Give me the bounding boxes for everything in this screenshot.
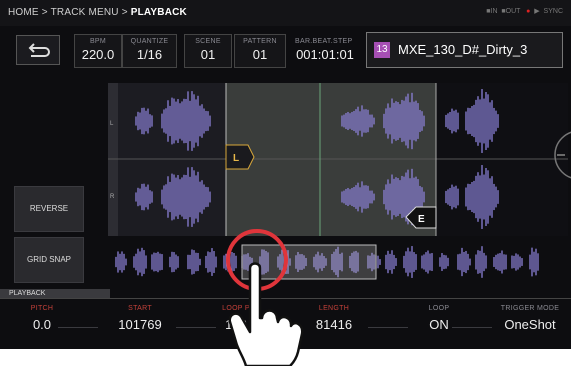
pointing-hand-icon (228, 262, 304, 366)
touch-gesture-overlay (226, 229, 304, 366)
